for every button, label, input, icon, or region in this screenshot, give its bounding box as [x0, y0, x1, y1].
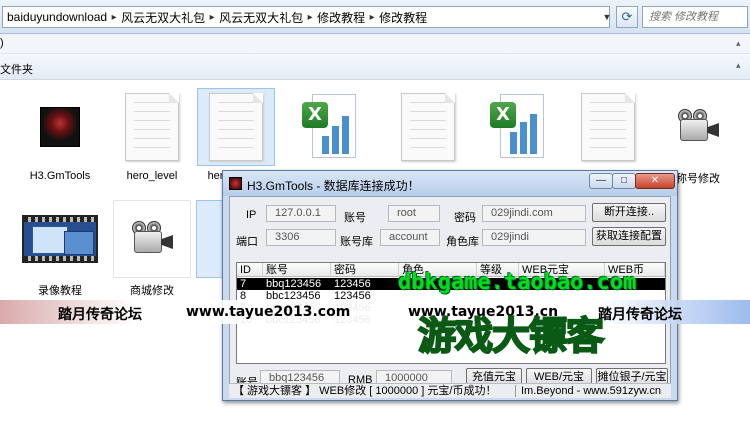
status-credit: Im.Beyond - www.591zyw.cn	[521, 385, 662, 397]
file-name: hero_level	[126, 170, 178, 182]
document-icon	[569, 88, 647, 166]
menu-bar: ) ▴	[0, 34, 750, 54]
file-name: H3.GmTools	[29, 170, 91, 182]
chevron-up-icon[interactable]: ▴	[736, 60, 741, 71]
chevron-right-icon[interactable]: ▸	[205, 12, 219, 23]
document-icon	[113, 88, 191, 166]
cell-password: 123456	[334, 278, 371, 290]
cell-id: 7	[240, 278, 247, 290]
file-item[interactable]: 录像教程	[18, 200, 102, 298]
search-box[interactable]	[642, 6, 748, 28]
search-input[interactable]	[643, 7, 747, 27]
account-label: 账号	[344, 212, 366, 224]
file-item[interactable]: H3.GmTools	[18, 88, 102, 182]
toolbar: 文件夹 ▴	[0, 54, 750, 80]
column-header[interactable]: 密码	[331, 263, 399, 277]
document-icon	[197, 88, 275, 166]
new-folder-button[interactable]: 文件夹	[0, 61, 33, 77]
banner-url: www.tayue2013.com	[186, 304, 351, 320]
banner-forum-name: 踏月传奇论坛	[598, 307, 682, 323]
file-item[interactable]	[386, 88, 470, 170]
port-field[interactable]: 3306	[266, 229, 336, 246]
document-icon	[389, 88, 467, 166]
role-db-label: 角色库	[446, 236, 479, 248]
chevron-right-icon[interactable]: ▸	[365, 12, 379, 23]
account-db-label: 账号库	[340, 236, 373, 248]
file-name: 商城修改	[130, 285, 174, 297]
breadcrumb-item[interactable]: 修改教程	[379, 9, 427, 26]
account-db-field[interactable]: account	[380, 229, 440, 246]
password-label: 密码	[454, 212, 476, 224]
chevron-right-icon[interactable]: ▸	[107, 12, 121, 23]
watermark-url: dbkgame.taobao.com	[398, 270, 637, 295]
status-bar: 【 游戏大镖客 】 WEB修改 [ 1000000 ] 元宝/币成功！ Im.B…	[229, 383, 671, 398]
chevron-right-icon[interactable]: ▸	[303, 12, 317, 23]
refresh-icon: ⟳	[621, 9, 633, 24]
ip-field[interactable]: 127.0.0.1	[266, 205, 336, 222]
chevron-up-icon[interactable]: ▴	[736, 38, 741, 49]
camera-icon	[113, 200, 191, 278]
refresh-button[interactable]: ⟳	[616, 6, 638, 28]
disconnect-button[interactable]: 断开连接..	[592, 203, 666, 222]
camera-icon	[659, 88, 737, 166]
address-bar-area: baiduyundownload ▸ 风云无双大礼包 ▸ 风云无双大礼包 ▸ 修…	[0, 0, 750, 34]
file-item[interactable]: hero_level	[110, 88, 194, 182]
dialog-body: IP 127.0.0.1 账号 root 密码 029jindi.com 断开连…	[229, 196, 671, 396]
watermark-logo: 游戏大镖客	[417, 313, 605, 359]
file-item[interactable]: X	[288, 88, 372, 170]
status-message: 【 游戏大镖客 】 WEB修改 [ 1000000 ] 元宝/币成功！	[233, 385, 497, 397]
breadcrumb-item[interactable]: baiduyundownload	[7, 10, 107, 24]
password-field[interactable]: 029jindi.com	[482, 205, 586, 222]
file-item[interactable]: hero_level1	[194, 88, 278, 182]
breadcrumb-item[interactable]: 风云无双大礼包	[219, 9, 303, 26]
account-field[interactable]: root	[388, 205, 440, 222]
get-config-button[interactable]: 获取连接配置	[592, 227, 666, 246]
file-name: 录像教程	[38, 285, 82, 297]
banner-forum-name: 踏月传奇论坛	[58, 307, 142, 323]
maximize-button[interactable]: □	[612, 173, 636, 189]
port-label: 端口	[236, 236, 258, 248]
menu-fragment[interactable]: )	[0, 37, 4, 49]
window-title: H3.GmTools - 数据库连接成功！	[247, 179, 420, 193]
h3-app-icon	[21, 88, 99, 166]
excel-icon: X	[479, 88, 557, 166]
file-item[interactable]: X	[476, 88, 560, 170]
close-button[interactable]: ✕	[635, 173, 675, 189]
excel-icon: X	[291, 88, 369, 166]
column-header[interactable]: 账号	[263, 263, 331, 277]
ip-label: IP	[246, 209, 257, 221]
app-icon	[229, 177, 242, 190]
title-bar[interactable]: H3.GmTools - 数据库连接成功！ — □ ✕	[223, 171, 677, 196]
forum-banner: 踏月传奇论坛 www.tayue2013.com www.tayue2013.c…	[0, 300, 750, 324]
file-item[interactable]	[566, 88, 650, 170]
video-icon	[21, 200, 99, 278]
minimize-button[interactable]: —	[589, 173, 613, 189]
role-db-field[interactable]: 029jindi	[482, 229, 586, 246]
breadcrumb-item[interactable]: 风云无双大礼包	[121, 9, 205, 26]
breadcrumb[interactable]: baiduyundownload ▸ 风云无双大礼包 ▸ 风云无双大礼包 ▸ 修…	[2, 6, 610, 28]
file-item[interactable]: 商城修改	[110, 200, 194, 298]
column-header[interactable]: ID	[237, 263, 263, 277]
cell-account: bbq123456	[266, 278, 322, 290]
breadcrumb-item[interactable]: 修改教程	[317, 9, 365, 26]
status-divider	[515, 385, 516, 397]
chevron-down-icon[interactable]: ▼	[600, 8, 614, 26]
